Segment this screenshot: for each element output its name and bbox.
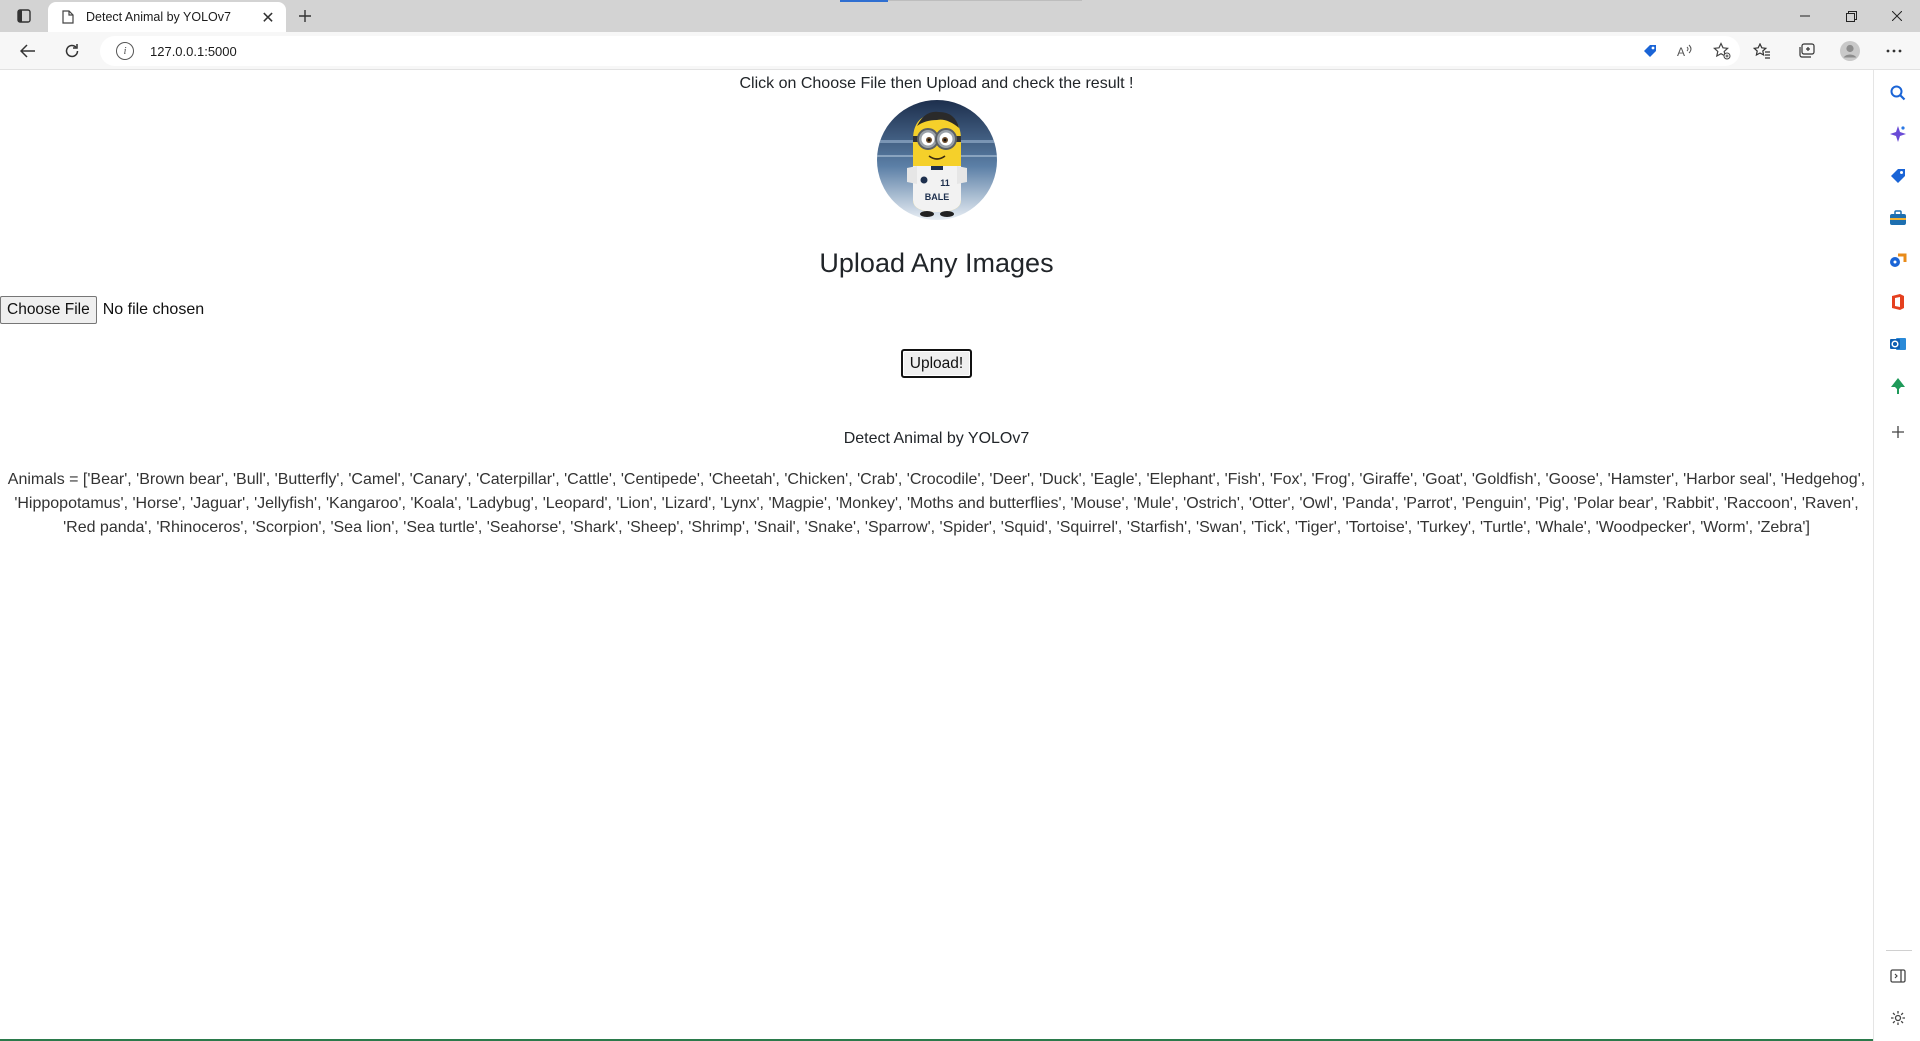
loading-track xyxy=(888,0,1082,1)
file-input-row: Choose File No file chosen xyxy=(0,296,204,324)
edge-sidebar xyxy=(1873,70,1920,1041)
profile-icon[interactable] xyxy=(1828,36,1872,66)
sidebar-separator xyxy=(1886,950,1912,951)
upload-button[interactable]: Upload! xyxy=(901,349,972,378)
minimize-icon[interactable] xyxy=(1782,0,1828,32)
instruction-text: Click on Choose File then Upload and che… xyxy=(739,75,1134,92)
refresh-icon[interactable] xyxy=(56,36,88,66)
tools-icon[interactable] xyxy=(1874,201,1920,235)
settings-icon[interactable] xyxy=(1874,1001,1920,1035)
add-icon[interactable] xyxy=(1874,415,1920,449)
sidebar-toggle-icon[interactable] xyxy=(1874,959,1920,993)
search-icon[interactable] xyxy=(1874,76,1920,110)
page-viewport: Click on Choose File then Upload and che… xyxy=(0,70,1873,1041)
choose-file-button[interactable]: Choose File xyxy=(0,296,97,324)
tab-strip: Detect Animal by YOLOv7 ✕ xyxy=(0,0,1920,32)
loading-indicator xyxy=(840,0,888,2)
collections-icon[interactable] xyxy=(1784,36,1828,66)
browser-toolbar: i A xyxy=(0,32,1920,70)
minion-avatar: BALE 11 xyxy=(877,100,997,220)
tab-actions-icon[interactable] xyxy=(10,5,38,27)
tag-icon[interactable] xyxy=(1632,36,1668,66)
close-window-icon[interactable] xyxy=(1874,0,1920,32)
address-bar[interactable]: i A xyxy=(100,36,1740,66)
favorites-icon[interactable] xyxy=(1740,36,1784,66)
browser-tab[interactable]: Detect Animal by YOLOv7 ✕ xyxy=(48,2,286,32)
page-icon xyxy=(60,9,76,25)
window-controls xyxy=(1782,0,1920,32)
animals-list-text: Animals = ['Bear', 'Brown bear', 'Bull',… xyxy=(7,471,1866,536)
page-heading: Upload Any Images xyxy=(819,248,1054,278)
games-icon[interactable] xyxy=(1874,243,1920,277)
outlook-icon[interactable] xyxy=(1874,327,1920,361)
plus-icon[interactable] xyxy=(292,4,318,28)
shopping-icon[interactable] xyxy=(1874,159,1920,193)
tab-title: Detect Animal by YOLOv7 xyxy=(86,10,231,24)
svg-text:A: A xyxy=(1677,45,1685,58)
back-arrow-icon[interactable] xyxy=(12,36,44,66)
close-icon[interactable]: ✕ xyxy=(256,5,280,29)
info-icon[interactable]: i xyxy=(116,42,134,60)
copilot-icon[interactable] xyxy=(1874,117,1920,151)
avatar-badge-text: BALE xyxy=(925,192,950,202)
office-icon[interactable] xyxy=(1874,285,1920,319)
more-icon[interactable] xyxy=(1872,36,1916,66)
detect-animal-subtitle: Detect Animal by YOLOv7 xyxy=(843,430,1030,447)
read-aloud-icon[interactable]: A xyxy=(1668,36,1704,66)
restore-icon[interactable] xyxy=(1828,0,1874,32)
file-status-text: No file chosen xyxy=(102,301,205,318)
add-favorite-icon[interactable] xyxy=(1704,36,1740,66)
svg-text:11: 11 xyxy=(940,178,950,188)
tree-icon[interactable] xyxy=(1874,369,1920,403)
url-input[interactable] xyxy=(150,43,1740,59)
